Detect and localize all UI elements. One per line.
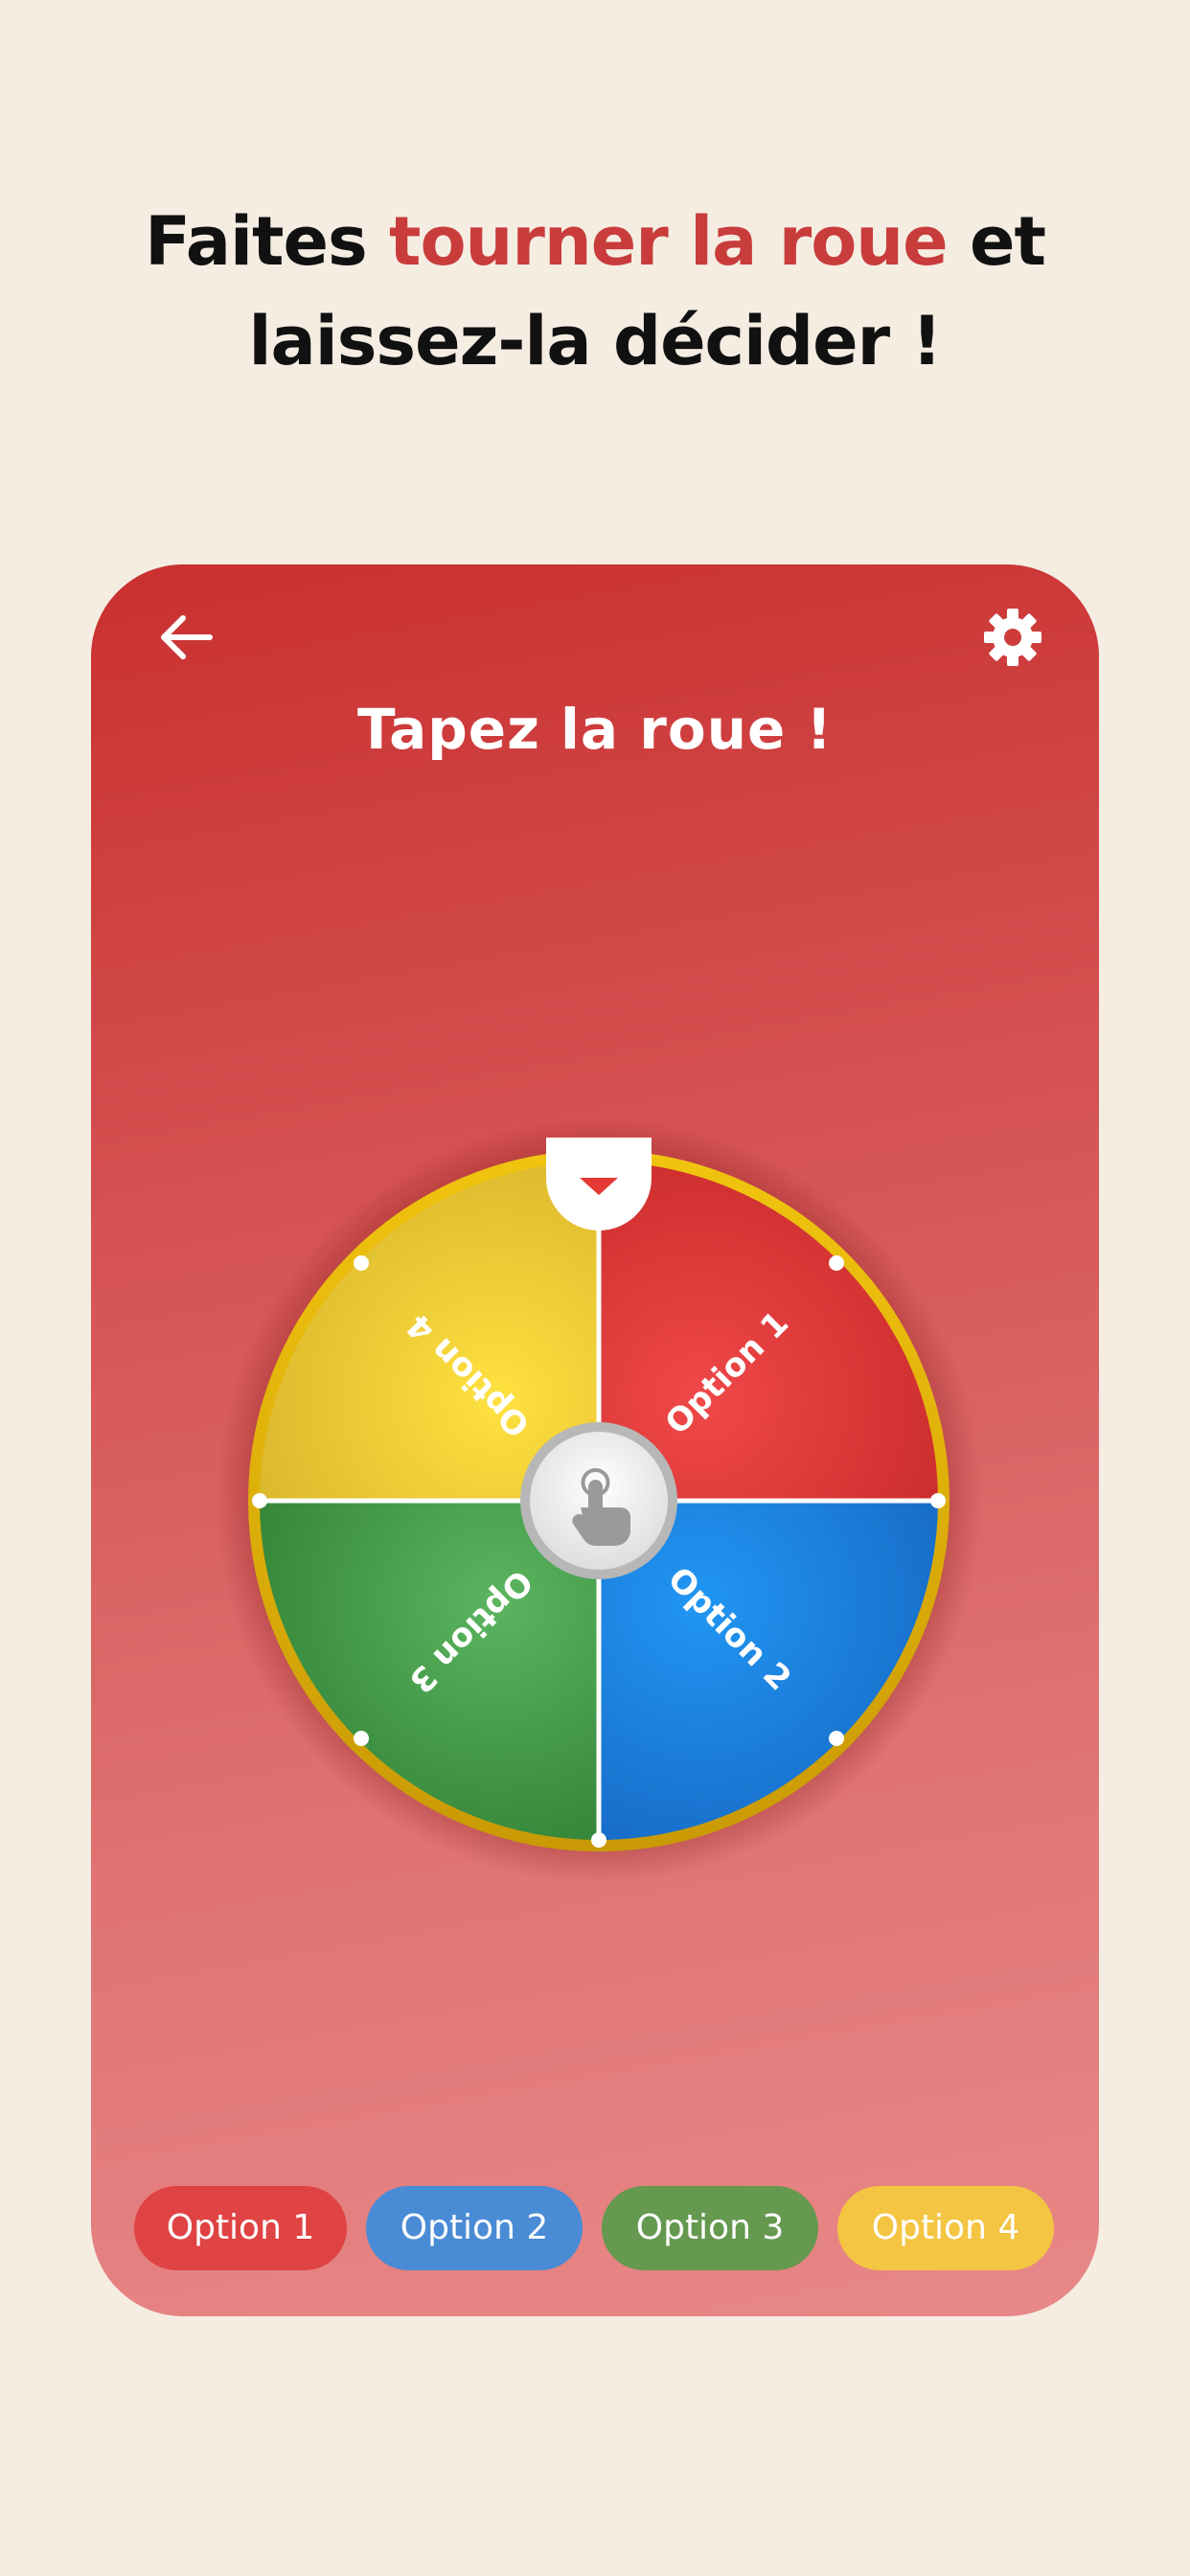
headline-accent-text: tourner la roue — [388, 202, 949, 281]
chip-option-4[interactable]: Option 4 — [837, 2186, 1054, 2270]
rim-dot — [829, 1255, 844, 1271]
gear-icon — [984, 609, 1041, 666]
headline-text-end: et — [947, 202, 1046, 281]
spin-wheel[interactable]: Option 1 Option 2 Option 3 Option 4 — [216, 1117, 982, 1884]
phone-screen-card: Tapez la roue ! Option 1 Option 2 Option… — [91, 564, 1099, 2316]
options-legend: Option 1 Option 2 Option 3 Option 4 — [91, 2186, 1099, 2272]
headline: Faites tourner la roue et laissez-la déc… — [0, 192, 1190, 391]
back-button[interactable] — [149, 599, 225, 676]
chip-option-2[interactable]: Option 2 — [366, 2186, 583, 2270]
chip-option-3[interactable]: Option 3 — [602, 2186, 818, 2270]
headline-text-start: Faites — [145, 202, 389, 281]
rim-dot — [829, 1731, 844, 1746]
settings-button[interactable] — [974, 599, 1051, 676]
wheel-graphic: Option 1 Option 2 Option 3 Option 4 — [216, 1117, 982, 1884]
chip-option-1[interactable]: Option 1 — [134, 2186, 347, 2270]
rim-dot — [591, 1832, 606, 1848]
headline-line-1: Faites tourner la roue et — [0, 192, 1190, 291]
card-title: Tapez la roue ! — [357, 697, 833, 762]
spin-button[interactable] — [520, 1422, 677, 1579]
rim-dot — [252, 1493, 267, 1508]
headline-line-2: laissez-la décider ! — [248, 302, 943, 380]
arrow-left-icon — [161, 615, 213, 659]
rim-dot — [354, 1255, 369, 1271]
rim-dot — [930, 1493, 946, 1508]
rim-dot — [354, 1731, 369, 1746]
